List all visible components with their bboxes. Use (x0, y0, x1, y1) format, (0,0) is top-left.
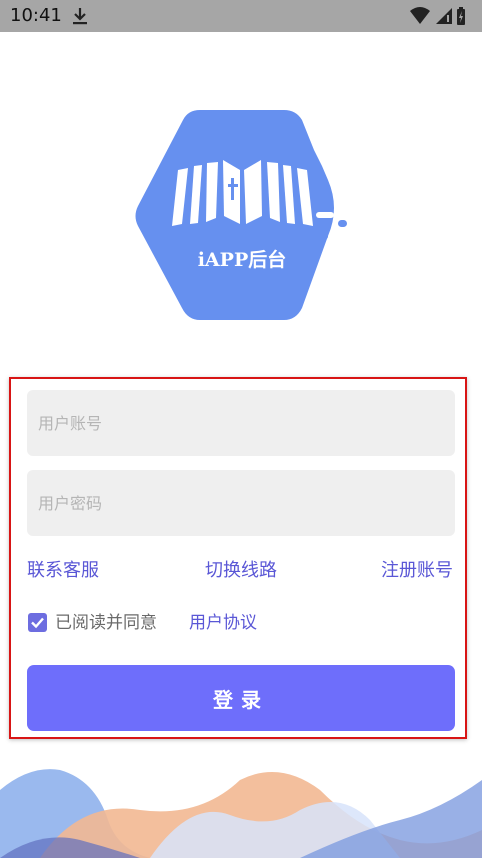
contact-support-link[interactable]: 联系客服 (27, 560, 99, 582)
app-logo: iAPP后台 (130, 108, 355, 327)
switch-line-link[interactable]: 切换线路 (205, 560, 277, 582)
user-agreement-link[interactable]: 用户协议 (189, 612, 257, 634)
download-icon (70, 5, 90, 31)
status-bar: 10:41 (0, 0, 482, 32)
status-icons (410, 6, 472, 30)
register-account-link[interactable]: 注册账号 (381, 560, 453, 582)
logo-text: iAPP后台 (198, 248, 287, 271)
login-button[interactable]: 登录 (27, 665, 455, 731)
signal-icon (436, 8, 452, 24)
battery-charging-icon (457, 7, 465, 25)
account-input[interactable] (27, 390, 455, 456)
wifi-icon (410, 7, 430, 24)
password-input[interactable] (27, 470, 455, 536)
wave-decoration (0, 769, 482, 858)
check-icon (31, 617, 44, 629)
agreement-checkbox[interactable] (28, 613, 47, 632)
hexagon-badge (135, 110, 347, 320)
status-time: 10:41 (10, 5, 62, 26)
agreement-text: 已阅读并同意 (55, 613, 157, 633)
